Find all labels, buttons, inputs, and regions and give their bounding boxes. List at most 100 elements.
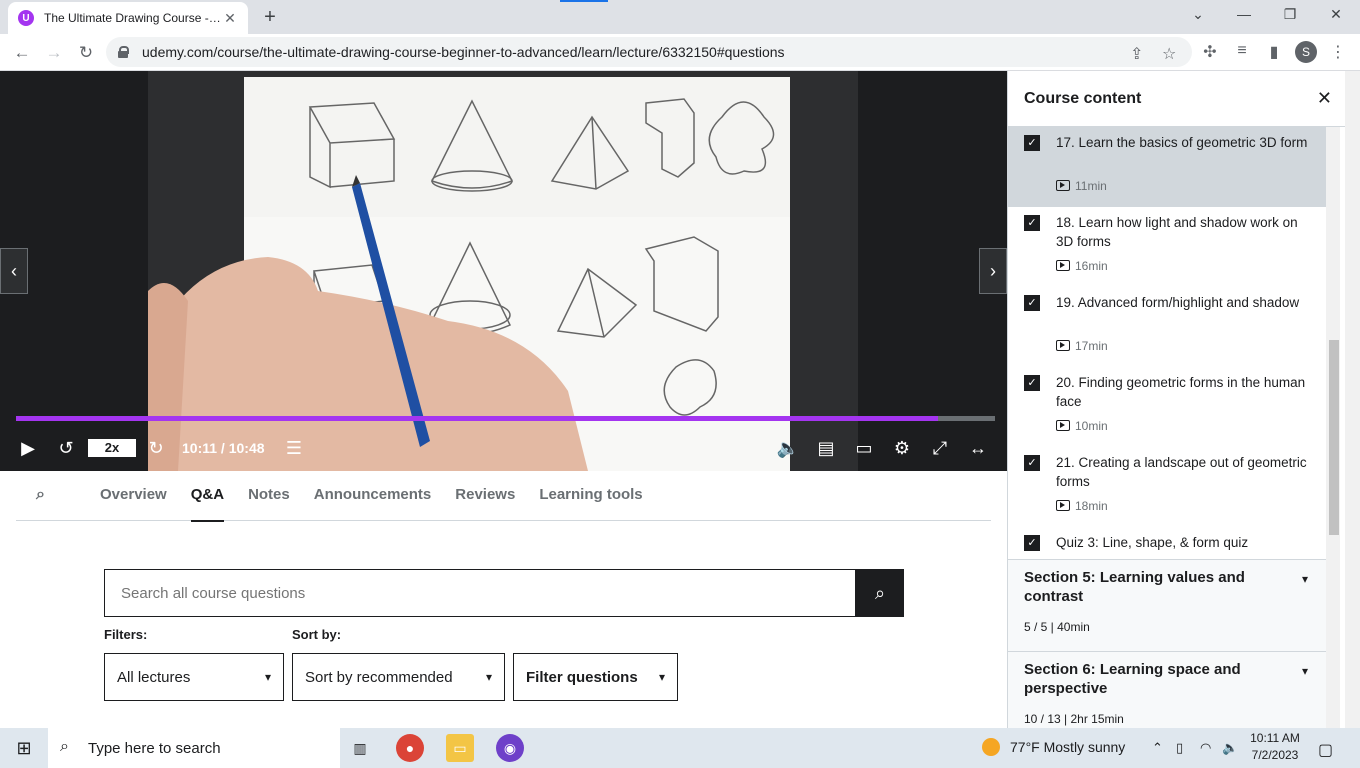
filter-questions-label: Filter questions — [526, 668, 638, 686]
lecture-item[interactable]: ✓ 18. Learn how light and shadow work on… — [1008, 207, 1326, 287]
sort-select-value: Sort by recommended — [305, 668, 453, 686]
tab-notes[interactable]: Notes — [248, 471, 290, 521]
filter-questions-button[interactable]: Filter questions ▾ — [513, 653, 678, 701]
minimize-button[interactable]: — — [1224, 6, 1264, 22]
windows-start-icon[interactable]: ⊞ — [10, 734, 38, 762]
next-lecture-button[interactable]: › — [979, 248, 1007, 294]
captions-icon[interactable]: ▭ — [850, 435, 878, 461]
forward-icon[interactable]: → — [43, 42, 65, 64]
expand-icon[interactable]: ↔ — [964, 435, 992, 461]
filters-label: Filters: — [104, 627, 148, 642]
system-clock[interactable]: 10:11 AM 7/2/2023 — [1248, 730, 1302, 764]
tab-learning-tools[interactable]: Learning tools — [539, 471, 642, 521]
chevron-down-icon: ▾ — [658, 670, 665, 684]
browser-tab-strip: U The Ultimate Drawing Course - Beginner… — [0, 0, 1360, 34]
lecture-title: 18. Learn how light and shadow work on 3… — [1056, 215, 1298, 249]
course-content-sidebar: Course content ✕ ✓ 17. Learn the basics … — [1007, 71, 1360, 728]
close-icon[interactable]: ✕ — [1317, 88, 1332, 109]
browser-tab[interactable]: U The Ultimate Drawing Course - Beginner… — [8, 2, 248, 34]
checkbox-checked-icon[interactable]: ✓ — [1024, 295, 1040, 311]
tab-qa[interactable]: Q&A — [190, 471, 225, 522]
extensions-icon[interactable]: ✣ — [1200, 42, 1220, 62]
chevron-up-icon[interactable]: ⌃ — [1152, 740, 1163, 756]
sort-select[interactable]: Sort by recommended ▾ — [292, 653, 505, 701]
speaker-icon[interactable]: 🔈 — [1222, 740, 1238, 756]
forward-icon[interactable]: ↻ — [142, 435, 170, 461]
quiz-item[interactable]: ✓ Quiz 3: Line, shape, & form quiz — [1008, 527, 1326, 559]
rewind-icon[interactable]: ↺ — [52, 435, 80, 461]
transcript-icon[interactable]: ▤ — [812, 435, 840, 461]
playback-speed-button[interactable]: 2x — [88, 439, 136, 457]
reload-icon[interactable]: ↻ — [75, 42, 97, 64]
lecture-duration-text: 10min — [1075, 419, 1108, 433]
chevron-down-icon: ▾ — [1301, 664, 1308, 678]
address-bar[interactable]: udemy.com/course/the-ultimate-drawing-co… — [106, 37, 1192, 67]
video-icon — [1056, 500, 1070, 511]
qa-search-button[interactable]: ⌕ — [856, 569, 904, 617]
course-tabs: ⌕ Overview Q&A Notes Announcements Revie… — [16, 471, 991, 522]
tab-search-icon[interactable]: ⌄ — [1178, 6, 1218, 23]
wifi-icon[interactable]: ◠ — [1200, 740, 1211, 756]
lecture-title: 21. Creating a landscape out of geometri… — [1056, 455, 1307, 489]
section-header[interactable]: Section 6: Learning space and perspectiv… — [1008, 651, 1326, 728]
lecture-item[interactable]: ✓ 17. Learn the basics of geometric 3D f… — [1008, 127, 1326, 207]
github-desktop-icon[interactable]: ◉ — [496, 734, 524, 762]
tab-reviews[interactable]: Reviews — [455, 471, 515, 521]
play-icon[interactable]: ▶ — [14, 435, 42, 461]
previous-lecture-button[interactable]: ‹ — [0, 248, 28, 294]
search-icon[interactable]: ⌕ — [36, 471, 60, 521]
chevron-down-icon: ▾ — [485, 670, 492, 684]
url-text: udemy.com/course/the-ultimate-drawing-co… — [142, 44, 785, 60]
clock-time: 10:11 AM — [1250, 731, 1300, 745]
volume-icon[interactable]: 🔈 — [774, 435, 802, 461]
maximize-button[interactable]: ❐ — [1270, 6, 1310, 23]
new-tab-button[interactable]: + — [258, 6, 282, 28]
sidebar-scrollbar-thumb[interactable] — [1329, 340, 1339, 535]
page-scrollbar[interactable] — [1345, 71, 1360, 728]
section-header[interactable]: Section 5: Learning values and contrast … — [1008, 559, 1326, 651]
lecture-item[interactable]: ✓ 19. Advanced form/highlight and shadow… — [1008, 287, 1326, 367]
menu-kebab-icon[interactable]: ⋮ — [1328, 42, 1348, 62]
checkbox-checked-icon[interactable]: ✓ — [1024, 135, 1040, 151]
profile-avatar[interactable]: S — [1295, 41, 1317, 63]
checkbox-checked-icon[interactable]: ✓ — [1024, 215, 1040, 231]
section-summary: 5 / 5 | 40min — [1024, 620, 1090, 634]
video-player[interactable]: ‹ › ▶ ↺ 2x ↻ 10:11 / 10:48 ☰ 🔈 ▤ ▭ ⚙ ⤢ ↔ — [0, 71, 1007, 471]
share-icon[interactable]: ⇪ — [1130, 44, 1143, 64]
checkbox-checked-icon[interactable]: ✓ — [1024, 455, 1040, 471]
lectures-select[interactable]: All lectures ▾ — [104, 653, 284, 701]
lecture-item[interactable]: ✓ 20. Finding geometric forms in the hum… — [1008, 367, 1326, 447]
fullscreen-icon[interactable]: ⤢ — [926, 435, 954, 461]
chrome-app-icon[interactable]: ● — [396, 734, 424, 762]
weather-widget[interactable]: 77°F Mostly sunny — [982, 738, 1125, 756]
taskbar-search-placeholder: Type here to search — [88, 739, 221, 757]
tab-announcements[interactable]: Announcements — [314, 471, 432, 521]
battery-icon[interactable]: ▯ — [1176, 740, 1183, 756]
notification-icon[interactable]: ▢ — [1318, 740, 1333, 760]
qa-search-input[interactable] — [104, 569, 856, 617]
media-icon[interactable]: ≡ — [1232, 42, 1252, 60]
search-icon: ⌕ — [60, 738, 69, 755]
video-progress-bar[interactable] — [16, 416, 995, 421]
lock-icon[interactable] — [118, 46, 129, 58]
task-view-icon[interactable]: ▥ — [346, 734, 374, 762]
taskbar-search-box[interactable]: ⌕ Type here to search — [48, 728, 340, 768]
lecture-title: 19. Advanced form/highlight and shadow — [1056, 295, 1300, 310]
lecture-duration: 16min — [1056, 259, 1108, 273]
bookmark-star-icon[interactable]: ☆ — [1162, 44, 1176, 64]
window-close-button[interactable]: ✕ — [1316, 6, 1356, 23]
tab-overview[interactable]: Overview — [100, 471, 167, 521]
checkbox-checked-icon[interactable]: ✓ — [1024, 535, 1040, 551]
checkbox-checked-icon[interactable]: ✓ — [1024, 375, 1040, 391]
lecture-duration: 11min — [1056, 179, 1107, 193]
sidebar-title: Course content — [1024, 89, 1142, 107]
lecture-duration-text: 18min — [1075, 499, 1108, 513]
video-progress-fill — [16, 416, 939, 421]
playlist-add-icon[interactable]: ☰ — [280, 435, 308, 461]
back-icon[interactable]: ← — [11, 42, 33, 64]
settings-gear-icon[interactable]: ⚙ — [888, 435, 916, 461]
file-explorer-icon[interactable]: ▭ — [446, 734, 474, 762]
lecture-item[interactable]: ✓ 21. Creating a landscape out of geomet… — [1008, 447, 1326, 527]
side-panel-icon[interactable]: ▮ — [1264, 42, 1284, 62]
tab-close-icon[interactable]: ✕ — [222, 10, 238, 27]
